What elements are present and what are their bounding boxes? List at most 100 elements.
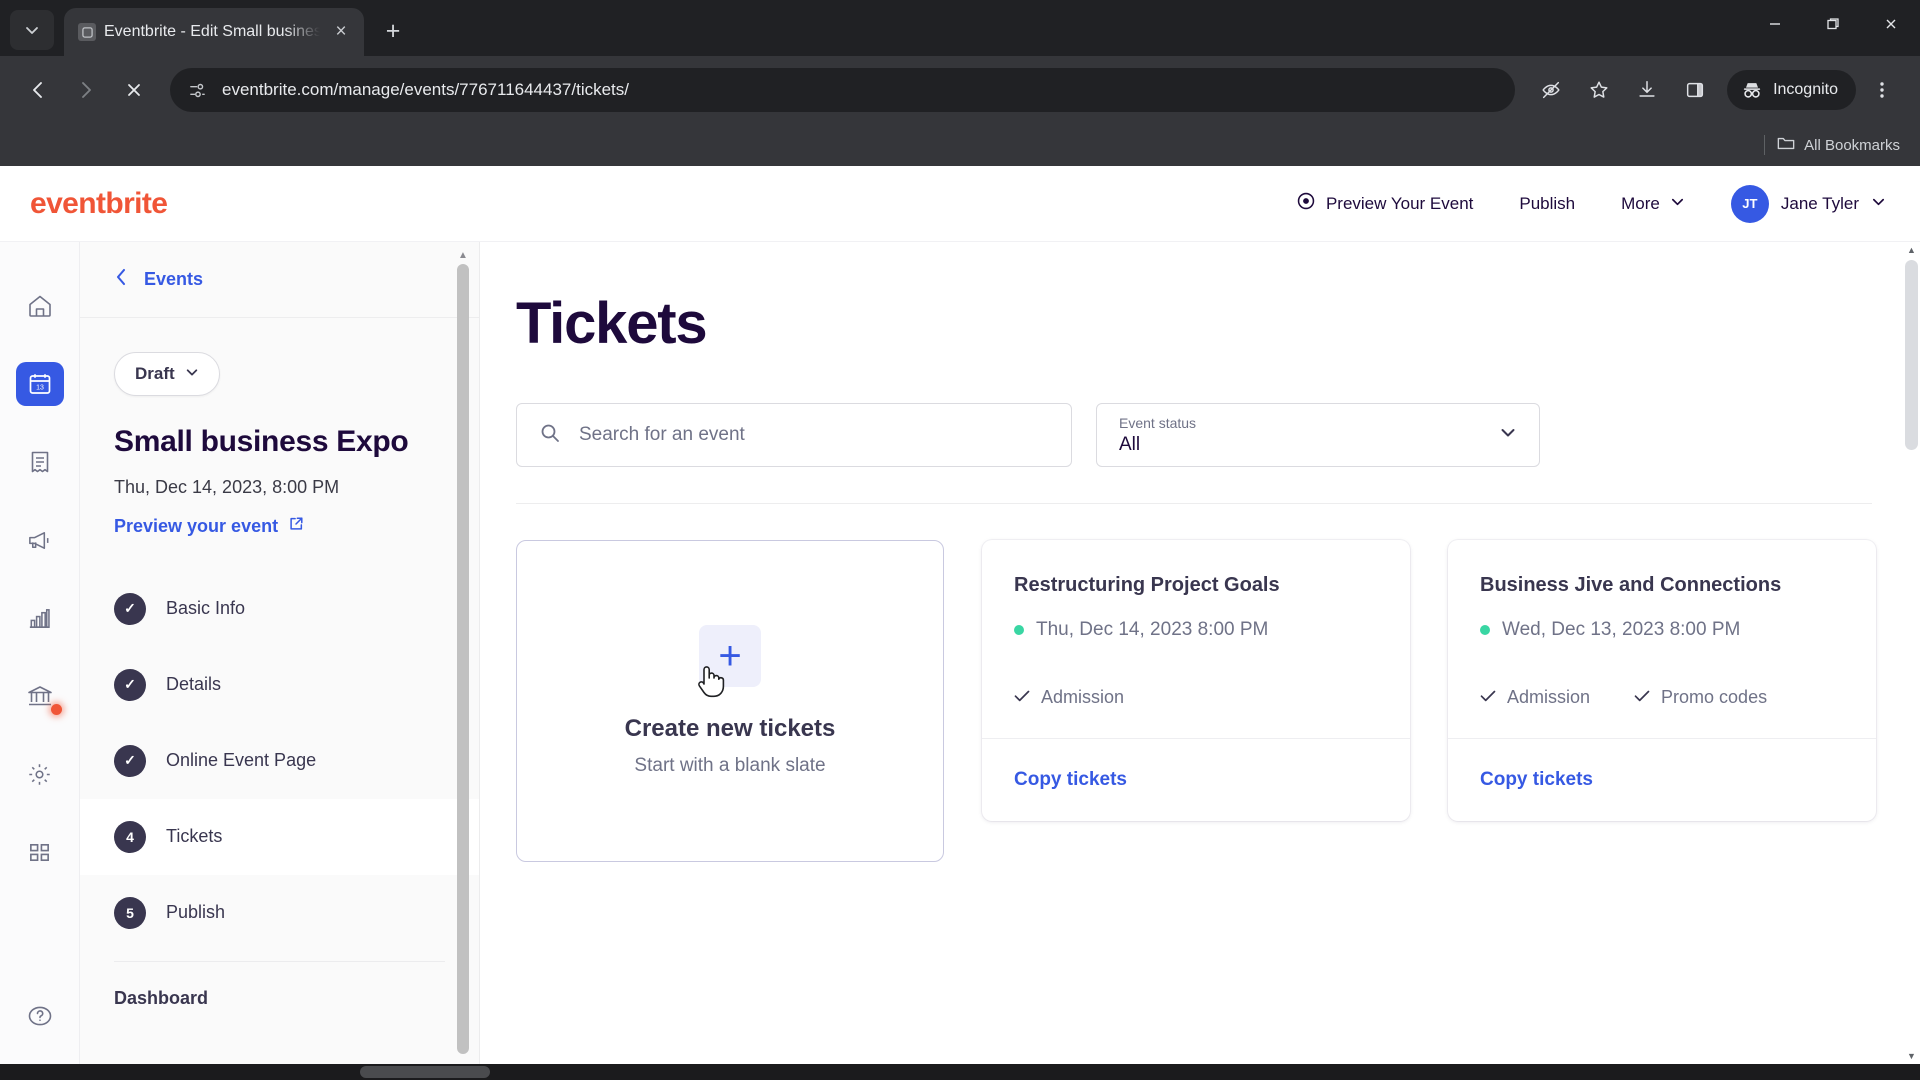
rail-item-orders[interactable] bbox=[16, 440, 64, 484]
sidebar-item-online-event-page[interactable]: ✓ Online Event Page bbox=[80, 723, 479, 799]
eye-icon bbox=[1296, 191, 1316, 216]
horizontal-scrollbar-thumb[interactable] bbox=[360, 1066, 490, 1078]
back-icon[interactable] bbox=[16, 68, 60, 112]
page-scrollbar-thumb[interactable] bbox=[1905, 260, 1918, 450]
all-bookmarks-button[interactable]: All Bookmarks bbox=[1777, 136, 1900, 155]
incognito-indicator[interactable]: Incognito bbox=[1727, 70, 1856, 110]
rail-item-events[interactable]: 13 bbox=[15, 362, 64, 406]
back-to-events-link[interactable]: Events bbox=[80, 242, 479, 318]
event-date: Thu, Dec 14, 2023, 8:00 PM bbox=[114, 476, 340, 497]
eye-slash-icon[interactable] bbox=[1529, 68, 1573, 112]
event-card-date: Thu, Dec 14, 2023 8:00 PM bbox=[1014, 619, 1378, 641]
more-menu-button[interactable]: More bbox=[1621, 194, 1685, 214]
scroll-up-icon[interactable]: ▲ bbox=[1903, 245, 1920, 255]
three-dot-menu-icon[interactable] bbox=[1860, 68, 1904, 112]
forward-icon[interactable] bbox=[64, 68, 108, 112]
event-card-feature: Admission bbox=[1014, 687, 1124, 708]
create-new-tickets-card[interactable]: + Create new tickets Start with a blank … bbox=[516, 540, 944, 862]
rail-item-apps[interactable] bbox=[16, 830, 64, 874]
search-icon bbox=[539, 422, 561, 449]
eventbrite-logo[interactable]: eventbrite bbox=[30, 187, 168, 221]
sidebar-scrollbar-thumb[interactable] bbox=[457, 264, 469, 1054]
rail-item-reports[interactable] bbox=[16, 596, 64, 640]
create-new-tickets-subtitle: Start with a blank slate bbox=[634, 755, 826, 776]
event-status-select[interactable]: Event status All bbox=[1096, 403, 1540, 467]
step-label: Tickets bbox=[166, 826, 223, 847]
copy-tickets-link[interactable]: Copy tickets bbox=[1014, 769, 1127, 790]
event-card-title: Restructuring Project Goals bbox=[1014, 574, 1280, 596]
side-panel-icon[interactable] bbox=[1673, 68, 1717, 112]
stop-loading-icon[interactable] bbox=[112, 68, 156, 112]
event-title: Small business Expo bbox=[114, 425, 409, 458]
event-card-date-text: Wed, Dec 13, 2023 8:00 PM bbox=[1502, 619, 1741, 640]
chevron-down-icon bbox=[185, 364, 199, 384]
copy-tickets-link[interactable]: Copy tickets bbox=[1480, 769, 1593, 790]
gear-icon bbox=[29, 763, 50, 785]
rail-item-settings[interactable] bbox=[16, 752, 64, 796]
scroll-down-icon[interactable]: ▼ bbox=[1903, 1051, 1920, 1061]
tab-title: Eventbrite - Edit Small busines bbox=[104, 23, 320, 40]
step-label: Details bbox=[166, 674, 222, 695]
star-icon[interactable] bbox=[1577, 68, 1621, 112]
calendar-icon: 13 bbox=[29, 374, 50, 394]
browser-toolbar: eventbrite.com/manage/events/77671164443… bbox=[0, 56, 1920, 124]
event-card-body: Restructuring Project Goals Thu, Dec 14,… bbox=[982, 540, 1410, 738]
download-icon[interactable] bbox=[1625, 68, 1669, 112]
rail-item-finance[interactable] bbox=[16, 674, 64, 718]
address-bar[interactable]: eventbrite.com/manage/events/77671164443… bbox=[170, 68, 1516, 112]
close-window-icon[interactable] bbox=[1862, 0, 1920, 48]
step-badge: ✓ bbox=[114, 592, 146, 625]
search-input[interactable]: Search for an event bbox=[516, 403, 1072, 467]
notification-badge bbox=[50, 704, 62, 715]
browser-tab[interactable]: Eventbrite - Edit Small busines × bbox=[64, 8, 364, 56]
rail-item-home[interactable] bbox=[16, 284, 64, 328]
content-divider bbox=[516, 503, 1872, 504]
sidebar-item-dashboard[interactable]: Dashboard bbox=[80, 962, 479, 1009]
sidebar-scrollbar[interactable]: ▲ bbox=[457, 250, 469, 1064]
bank-icon bbox=[27, 686, 52, 706]
incognito-icon bbox=[1743, 83, 1761, 98]
plus-icon[interactable]: + bbox=[699, 625, 761, 687]
page-scrollbar[interactable]: ▲ ▼ bbox=[1903, 242, 1920, 1064]
page-body: 13 Events Draft Small business Expo Thu,… bbox=[0, 242, 1920, 1064]
external-link-icon bbox=[288, 516, 304, 537]
create-new-tickets-title: Create new tickets bbox=[624, 715, 836, 742]
event-card[interactable]: Restructuring Project Goals Thu, Dec 14,… bbox=[982, 540, 1410, 821]
close-icon[interactable]: × bbox=[328, 19, 354, 45]
sidebar-item-tickets[interactable]: 4 Tickets bbox=[80, 798, 479, 875]
event-status-field-label: Event status bbox=[1119, 414, 1197, 431]
user-menu-button[interactable]: JT Jane Tyler bbox=[1730, 184, 1886, 223]
event-card-date-text: Thu, Dec 14, 2023 8:00 PM bbox=[1036, 619, 1269, 640]
rail-item-marketing[interactable] bbox=[16, 518, 64, 562]
horizontal-scrollbar[interactable] bbox=[0, 1064, 1920, 1080]
home-icon bbox=[28, 295, 51, 317]
sidebar-item-basic-info[interactable]: ✓ Basic Info bbox=[80, 571, 479, 647]
minimize-icon[interactable] bbox=[1746, 0, 1804, 48]
step-label: Online Event Page bbox=[166, 750, 317, 771]
filters-row: Search for an event Event status All bbox=[516, 403, 1920, 467]
new-tab-icon[interactable]: + bbox=[374, 12, 412, 50]
maximize-icon[interactable] bbox=[1804, 0, 1862, 48]
help-circle-icon bbox=[28, 1006, 51, 1026]
preview-your-event-button[interactable]: Preview Your Event bbox=[1296, 191, 1473, 216]
chevron-down-icon[interactable] bbox=[1499, 424, 1517, 447]
eventbrite-header: eventbrite Preview Your Event Publish Mo… bbox=[0, 166, 1920, 242]
event-status-pill[interactable]: Draft bbox=[114, 352, 220, 396]
sidebar-item-publish[interactable]: 5 Publish bbox=[80, 875, 479, 951]
header-actions: Preview Your Event Publish More JT Jane … bbox=[1296, 184, 1886, 223]
preview-your-event-link[interactable]: Preview your event bbox=[114, 516, 445, 537]
event-card-features: Admission bbox=[1014, 687, 1378, 708]
sidebar-item-details[interactable]: ✓ Details bbox=[80, 647, 479, 723]
preview-your-event-label: Preview Your Event bbox=[1325, 193, 1474, 213]
scroll-up-icon[interactable]: ▲ bbox=[457, 250, 469, 262]
site-settings-icon[interactable] bbox=[186, 79, 208, 101]
tab-search-icon[interactable] bbox=[10, 10, 54, 50]
step-label: Basic Info bbox=[166, 598, 246, 619]
bookmarks-bar: All Bookmarks bbox=[0, 124, 1920, 166]
event-card-feature: Promo codes bbox=[1634, 687, 1767, 708]
event-card[interactable]: Business Jive and Connections Wed, Dec 1… bbox=[1448, 540, 1876, 821]
window-controls bbox=[1746, 0, 1920, 48]
tab-strip: Eventbrite - Edit Small busines × + bbox=[0, 0, 1920, 56]
rail-item-help[interactable] bbox=[16, 994, 64, 1038]
publish-button[interactable]: Publish bbox=[1519, 194, 1575, 214]
